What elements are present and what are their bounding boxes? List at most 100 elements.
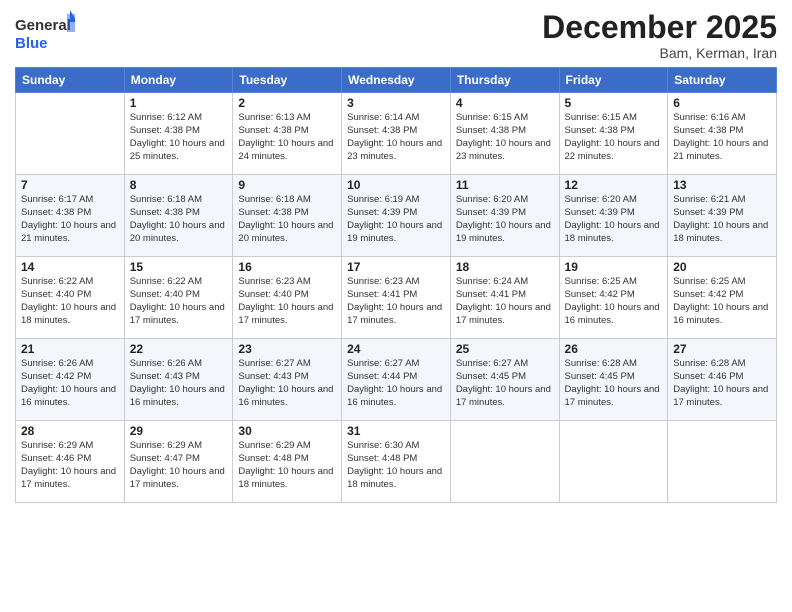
- day-info: Sunrise: 6:25 AM Sunset: 4:42 PM Dayligh…: [565, 276, 663, 327]
- calendar-cell: 9 Sunrise: 6:18 AM Sunset: 4:38 PM Dayli…: [233, 175, 342, 257]
- day-number: 25: [456, 342, 554, 356]
- calendar-cell: 3 Sunrise: 6:14 AM Sunset: 4:38 PM Dayli…: [342, 93, 451, 175]
- calendar-cell: 18 Sunrise: 6:24 AM Sunset: 4:41 PM Dayl…: [450, 257, 559, 339]
- calendar-cell: 11 Sunrise: 6:20 AM Sunset: 4:39 PM Dayl…: [450, 175, 559, 257]
- logo: General Blue: [15, 10, 75, 54]
- calendar-cell: 26 Sunrise: 6:28 AM Sunset: 4:45 PM Dayl…: [559, 339, 668, 421]
- day-info: Sunrise: 6:13 AM Sunset: 4:38 PM Dayligh…: [238, 112, 336, 163]
- day-info: Sunrise: 6:18 AM Sunset: 4:38 PM Dayligh…: [130, 194, 228, 245]
- day-info: Sunrise: 6:22 AM Sunset: 4:40 PM Dayligh…: [21, 276, 119, 327]
- calendar-cell: 7 Sunrise: 6:17 AM Sunset: 4:38 PM Dayli…: [16, 175, 125, 257]
- calendar-cell: 5 Sunrise: 6:15 AM Sunset: 4:38 PM Dayli…: [559, 93, 668, 175]
- calendar-cell: 21 Sunrise: 6:26 AM Sunset: 4:42 PM Dayl…: [16, 339, 125, 421]
- day-number: 18: [456, 260, 554, 274]
- calendar-cell: 20 Sunrise: 6:25 AM Sunset: 4:42 PM Dayl…: [668, 257, 777, 339]
- day-number: 12: [565, 178, 663, 192]
- calendar-cell: [16, 93, 125, 175]
- day-number: 19: [565, 260, 663, 274]
- calendar-cell: 29 Sunrise: 6:29 AM Sunset: 4:47 PM Dayl…: [124, 421, 233, 503]
- calendar-cell: 16 Sunrise: 6:23 AM Sunset: 4:40 PM Dayl…: [233, 257, 342, 339]
- weekday-header-tuesday: Tuesday: [233, 68, 342, 93]
- day-number: 30: [238, 424, 336, 438]
- month-title: December 2025: [542, 10, 777, 45]
- day-number: 27: [673, 342, 771, 356]
- day-number: 15: [130, 260, 228, 274]
- day-info: Sunrise: 6:14 AM Sunset: 4:38 PM Dayligh…: [347, 112, 445, 163]
- day-number: 21: [21, 342, 119, 356]
- weekday-header-monday: Monday: [124, 68, 233, 93]
- svg-text:General: General: [15, 17, 71, 34]
- day-info: Sunrise: 6:20 AM Sunset: 4:39 PM Dayligh…: [565, 194, 663, 245]
- calendar-cell: 19 Sunrise: 6:25 AM Sunset: 4:42 PM Dayl…: [559, 257, 668, 339]
- day-number: 9: [238, 178, 336, 192]
- calendar-cell: 6 Sunrise: 6:16 AM Sunset: 4:38 PM Dayli…: [668, 93, 777, 175]
- calendar-cell: 30 Sunrise: 6:29 AM Sunset: 4:48 PM Dayl…: [233, 421, 342, 503]
- day-info: Sunrise: 6:27 AM Sunset: 4:45 PM Dayligh…: [456, 358, 554, 409]
- day-info: Sunrise: 6:24 AM Sunset: 4:41 PM Dayligh…: [456, 276, 554, 327]
- day-number: 17: [347, 260, 445, 274]
- calendar-cell: 23 Sunrise: 6:27 AM Sunset: 4:43 PM Dayl…: [233, 339, 342, 421]
- calendar-cell: 31 Sunrise: 6:30 AM Sunset: 4:48 PM Dayl…: [342, 421, 451, 503]
- page-header: General Blue December 2025 Bam, Kerman, …: [15, 10, 777, 61]
- day-number: 13: [673, 178, 771, 192]
- day-number: 23: [238, 342, 336, 356]
- day-info: Sunrise: 6:28 AM Sunset: 4:45 PM Dayligh…: [565, 358, 663, 409]
- weekday-header-sunday: Sunday: [16, 68, 125, 93]
- day-number: 6: [673, 96, 771, 110]
- day-info: Sunrise: 6:30 AM Sunset: 4:48 PM Dayligh…: [347, 440, 445, 491]
- day-number: 26: [565, 342, 663, 356]
- day-number: 11: [456, 178, 554, 192]
- day-info: Sunrise: 6:12 AM Sunset: 4:38 PM Dayligh…: [130, 112, 228, 163]
- day-info: Sunrise: 6:15 AM Sunset: 4:38 PM Dayligh…: [456, 112, 554, 163]
- day-number: 7: [21, 178, 119, 192]
- calendar-cell: 27 Sunrise: 6:28 AM Sunset: 4:46 PM Dayl…: [668, 339, 777, 421]
- day-number: 22: [130, 342, 228, 356]
- calendar-cell: 8 Sunrise: 6:18 AM Sunset: 4:38 PM Dayli…: [124, 175, 233, 257]
- day-number: 4: [456, 96, 554, 110]
- calendar-cell: 13 Sunrise: 6:21 AM Sunset: 4:39 PM Dayl…: [668, 175, 777, 257]
- calendar-cell: 4 Sunrise: 6:15 AM Sunset: 4:38 PM Dayli…: [450, 93, 559, 175]
- day-number: 16: [238, 260, 336, 274]
- day-info: Sunrise: 6:16 AM Sunset: 4:38 PM Dayligh…: [673, 112, 771, 163]
- day-info: Sunrise: 6:23 AM Sunset: 4:41 PM Dayligh…: [347, 276, 445, 327]
- day-number: 29: [130, 424, 228, 438]
- day-info: Sunrise: 6:25 AM Sunset: 4:42 PM Dayligh…: [673, 276, 771, 327]
- day-info: Sunrise: 6:29 AM Sunset: 4:48 PM Dayligh…: [238, 440, 336, 491]
- weekday-header-wednesday: Wednesday: [342, 68, 451, 93]
- logo-svg: General Blue: [15, 10, 75, 54]
- day-info: Sunrise: 6:22 AM Sunset: 4:40 PM Dayligh…: [130, 276, 228, 327]
- day-info: Sunrise: 6:26 AM Sunset: 4:42 PM Dayligh…: [21, 358, 119, 409]
- day-info: Sunrise: 6:21 AM Sunset: 4:39 PM Dayligh…: [673, 194, 771, 245]
- calendar-cell: 28 Sunrise: 6:29 AM Sunset: 4:46 PM Dayl…: [16, 421, 125, 503]
- day-number: 10: [347, 178, 445, 192]
- calendar-cell: 12 Sunrise: 6:20 AM Sunset: 4:39 PM Dayl…: [559, 175, 668, 257]
- svg-text:Blue: Blue: [15, 35, 48, 52]
- weekday-header-thursday: Thursday: [450, 68, 559, 93]
- day-info: Sunrise: 6:28 AM Sunset: 4:46 PM Dayligh…: [673, 358, 771, 409]
- day-info: Sunrise: 6:27 AM Sunset: 4:44 PM Dayligh…: [347, 358, 445, 409]
- calendar-cell: [668, 421, 777, 503]
- calendar-cell: 17 Sunrise: 6:23 AM Sunset: 4:41 PM Dayl…: [342, 257, 451, 339]
- weekday-header-friday: Friday: [559, 68, 668, 93]
- calendar-cell: 24 Sunrise: 6:27 AM Sunset: 4:44 PM Dayl…: [342, 339, 451, 421]
- calendar-cell: 1 Sunrise: 6:12 AM Sunset: 4:38 PM Dayli…: [124, 93, 233, 175]
- day-info: Sunrise: 6:19 AM Sunset: 4:39 PM Dayligh…: [347, 194, 445, 245]
- title-block: December 2025 Bam, Kerman, Iran: [542, 10, 777, 61]
- calendar-cell: 2 Sunrise: 6:13 AM Sunset: 4:38 PM Dayli…: [233, 93, 342, 175]
- day-number: 28: [21, 424, 119, 438]
- calendar-cell: 15 Sunrise: 6:22 AM Sunset: 4:40 PM Dayl…: [124, 257, 233, 339]
- day-number: 31: [347, 424, 445, 438]
- day-number: 5: [565, 96, 663, 110]
- day-number: 3: [347, 96, 445, 110]
- calendar-cell: 10 Sunrise: 6:19 AM Sunset: 4:39 PM Dayl…: [342, 175, 451, 257]
- calendar-cell: 22 Sunrise: 6:26 AM Sunset: 4:43 PM Dayl…: [124, 339, 233, 421]
- calendar-cell: [450, 421, 559, 503]
- day-info: Sunrise: 6:17 AM Sunset: 4:38 PM Dayligh…: [21, 194, 119, 245]
- day-info: Sunrise: 6:18 AM Sunset: 4:38 PM Dayligh…: [238, 194, 336, 245]
- day-number: 14: [21, 260, 119, 274]
- calendar-cell: [559, 421, 668, 503]
- calendar-cell: 14 Sunrise: 6:22 AM Sunset: 4:40 PM Dayl…: [16, 257, 125, 339]
- day-info: Sunrise: 6:20 AM Sunset: 4:39 PM Dayligh…: [456, 194, 554, 245]
- day-number: 8: [130, 178, 228, 192]
- day-info: Sunrise: 6:29 AM Sunset: 4:47 PM Dayligh…: [130, 440, 228, 491]
